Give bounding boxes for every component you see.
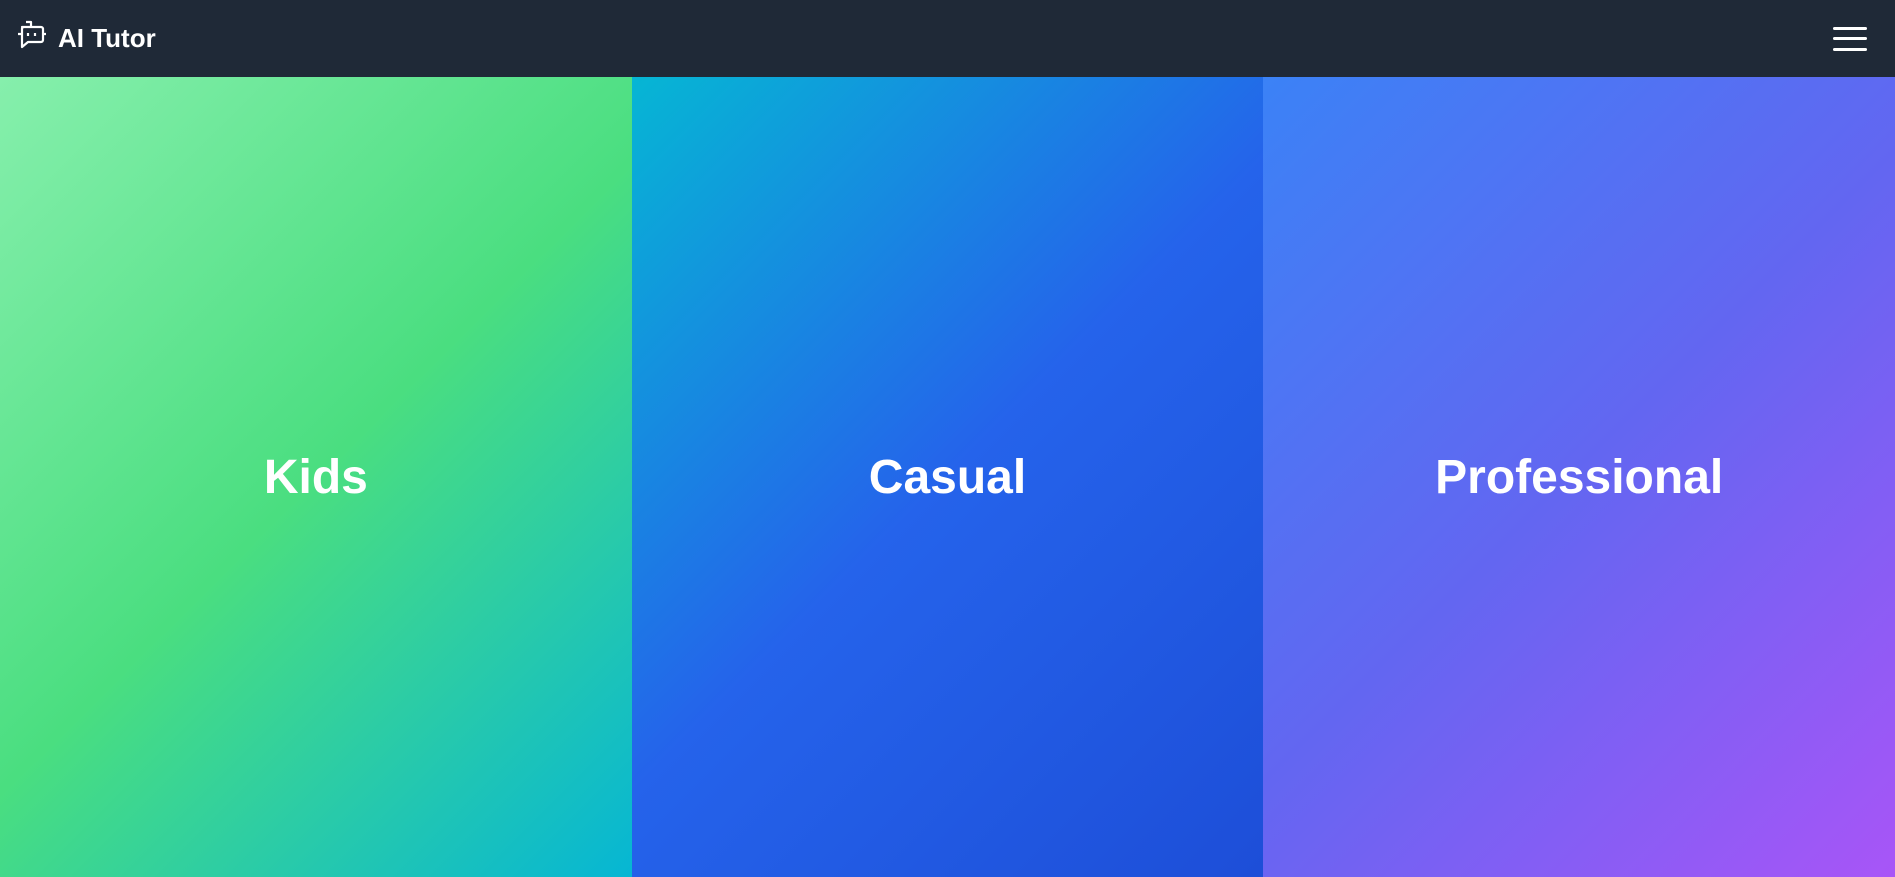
mode-kids-panel[interactable]: Kids (0, 77, 632, 877)
mode-professional-panel[interactable]: Professional (1263, 77, 1895, 877)
hamburger-menu-icon[interactable] (1833, 24, 1867, 54)
mode-casual-label: Casual (868, 450, 1027, 504)
mode-selector: Kids Casual Professional (0, 77, 1895, 877)
app-title: AI Tutor (58, 23, 156, 53)
mode-casual-panel[interactable]: Casual (631, 77, 1264, 877)
mode-professional-label: Professional (1435, 450, 1724, 504)
robot-chat-icon (16, 19, 48, 58)
mode-kids-label: Kids (263, 450, 368, 504)
brand-link[interactable]: AI Tutor (16, 19, 156, 58)
top-navbar: AI Tutor (0, 0, 1895, 77)
